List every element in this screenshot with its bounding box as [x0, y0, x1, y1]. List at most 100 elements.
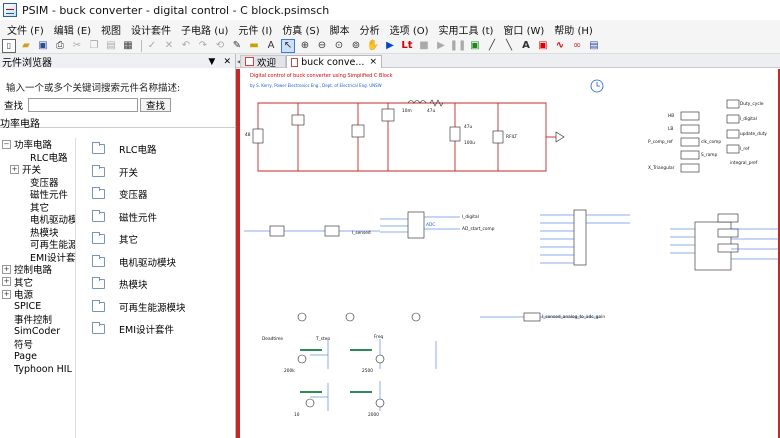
menu-view[interactable]: 视图 [96, 22, 126, 37]
l2-label: 47u [427, 109, 436, 114]
expand-icon[interactable]: + [2, 264, 11, 274]
menu-file[interactable]: 文件 (F) [2, 22, 49, 37]
library-folder-label: 电机驱动模块 [119, 257, 177, 269]
clipboard-icon[interactable]: ▦ [121, 39, 135, 53]
dropdown-icon[interactable]: ▼ [208, 57, 215, 67]
zoom-fit-icon[interactable]: ⊙ [332, 39, 346, 53]
zoom-in-icon[interactable]: ⊕ [298, 39, 312, 53]
library-folder-item[interactable]: 电机驱动模块 [84, 251, 234, 274]
reject-icon[interactable]: ✕ [162, 39, 176, 53]
stop-icon[interactable]: ■ [417, 39, 431, 53]
collapse-icon[interactable]: − [2, 139, 11, 149]
library-folder-item[interactable]: EMI设计套件 [84, 318, 234, 341]
tab-close-icon[interactable]: × [369, 57, 377, 67]
library-folder-item[interactable]: 热模块 [84, 273, 234, 296]
run-icon[interactable]: ▣ [468, 39, 482, 53]
copy-icon[interactable]: ❐ [87, 39, 101, 53]
play-icon[interactable]: ▶ [434, 39, 448, 53]
library-tree-item[interactable]: 磁性元件 [0, 188, 75, 201]
search-hint: 输入一个或多个关键词搜索元件名称描述: [6, 83, 181, 94]
library-tree-item[interactable]: 符号 [0, 338, 75, 351]
library-browser-title: 元件浏览器 [2, 57, 52, 69]
expand-icon[interactable]: + [10, 164, 19, 174]
text-tool-icon[interactable]: A [264, 39, 278, 53]
library-tree-item[interactable]: SPICE [0, 301, 75, 314]
library-tree-item[interactable]: + 其它 [0, 276, 75, 289]
library-tree-item[interactable]: RLC电路 [0, 151, 75, 164]
library-tree-item[interactable]: 其它 [0, 201, 75, 214]
simview-icon[interactable]: Lt [400, 39, 414, 53]
library-tree-item[interactable]: + 电源 [0, 288, 75, 301]
label-icon[interactable]: ▬ [247, 39, 261, 53]
pause-icon[interactable]: ❚❚ [450, 39, 467, 53]
menu-utilities[interactable]: 实用工具 (t) [434, 22, 499, 37]
library-tree-item[interactable]: 事件控制 [0, 313, 75, 326]
library-tree-item[interactable]: + 控制电路 [0, 263, 75, 276]
zoom-area-icon[interactable]: ⊚ [349, 39, 363, 53]
schematic-canvas[interactable]: Digital control of buck converter using … [236, 69, 780, 438]
document-icon[interactable]: ▤ [587, 39, 601, 53]
redo-icon[interactable]: ↷ [196, 39, 210, 53]
library-tree-item[interactable]: 可再生能源模块 [0, 238, 75, 251]
tab-welcome-label: 欢迎 [257, 57, 277, 69]
library-tree-item[interactable]: + 开关 [0, 163, 75, 176]
library-tree-item[interactable]: 热模块 [0, 226, 75, 239]
new-file-icon[interactable]: ▯ [2, 38, 16, 53]
menu-script[interactable]: 脚本 [325, 22, 355, 37]
expand-icon[interactable]: + [2, 289, 11, 299]
library-tree-item[interactable]: 变压器 [0, 176, 75, 189]
library-folder-item[interactable]: 开关 [84, 161, 234, 184]
select-pointer-icon[interactable]: ↖ [281, 38, 295, 53]
link-icon[interactable]: ∞ [570, 39, 584, 53]
accept-icon[interactable]: ✓ [145, 39, 159, 53]
library-folder-item[interactable]: 其它 [84, 228, 234, 251]
image-icon[interactable]: ▣ [536, 39, 550, 53]
ad-start-label: AD_start_comp [462, 227, 495, 232]
library-tree-item[interactable]: 电机驱动模块 [0, 213, 75, 226]
search-button[interactable]: 查找 [140, 98, 172, 112]
probe-icon[interactable]: ╱ [485, 39, 499, 53]
close-icon[interactable]: ✕ [223, 57, 231, 67]
library-tree-label: SimCoder [14, 326, 61, 338]
library-folder-item[interactable]: RLC电路 [84, 138, 234, 161]
menu-window[interactable]: 窗口 (W) [498, 22, 549, 37]
library-tree-item[interactable]: Page [0, 351, 75, 364]
menu-analysis[interactable]: 分析 [355, 22, 385, 37]
save-icon[interactable]: ▣ [36, 39, 50, 53]
library-folder-item[interactable]: 可再生能源模块 [84, 296, 234, 319]
tab-welcome[interactable]: 欢迎 [240, 55, 286, 69]
library-folder-item[interactable]: 变压器 [84, 183, 234, 206]
menu-design-suite[interactable]: 设计套件 [126, 22, 176, 37]
rotate-icon[interactable]: ⟲ [213, 39, 227, 53]
paste-icon[interactable]: ▤ [104, 39, 118, 53]
t-step-label: T_step [316, 337, 331, 342]
undo-icon[interactable]: ↶ [179, 39, 193, 53]
text-a-icon[interactable]: A [519, 39, 533, 53]
library-folder-label: RLC电路 [119, 145, 157, 157]
library-tree-item[interactable]: EMI设计套件 [0, 251, 75, 264]
menu-subcircuit[interactable]: 子电路 (u) [176, 22, 233, 37]
library-tree-item[interactable]: Typhoon HIL [0, 363, 75, 376]
open-folder-icon[interactable]: ▰ [19, 39, 33, 53]
library-folder-item[interactable]: 磁性元件 [84, 206, 234, 229]
tab-buck-converter[interactable]: buck conve... × [286, 55, 382, 68]
expand-icon[interactable]: + [2, 277, 11, 287]
menu-options[interactable]: 选项 (O) [385, 22, 434, 37]
menu-edit[interactable]: 编辑 (E) [49, 22, 96, 37]
print-icon[interactable]: ⎙ [53, 39, 67, 53]
zoom-out-icon[interactable]: ⊖ [315, 39, 329, 53]
cut-icon[interactable]: ✂ [70, 39, 84, 53]
library-tree-item[interactable]: SimCoder [0, 326, 75, 339]
search-input[interactable] [28, 98, 138, 112]
measure-icon[interactable]: ╲ [502, 39, 516, 53]
library-tree-item[interactable]: − 功率电路 [0, 138, 75, 151]
library-browser: 元件浏览器 ▼ ✕ 输入一个或多个关键词搜索元件名称描述: 查找 查找 功率电路… [0, 54, 236, 438]
waveform-icon[interactable]: ∿ [553, 39, 567, 53]
run-simulation-icon[interactable]: ▶ [383, 39, 397, 53]
menu-elements[interactable]: 元件 (I) [233, 22, 277, 37]
library-folder-label: EMI设计套件 [119, 325, 175, 337]
menu-help[interactable]: 帮助 (H) [549, 22, 598, 37]
wire-pen-icon[interactable]: ✎ [230, 39, 244, 53]
pan-hand-icon[interactable]: ✋ [366, 39, 380, 53]
menu-simulate[interactable]: 仿真 (S) [277, 22, 324, 37]
